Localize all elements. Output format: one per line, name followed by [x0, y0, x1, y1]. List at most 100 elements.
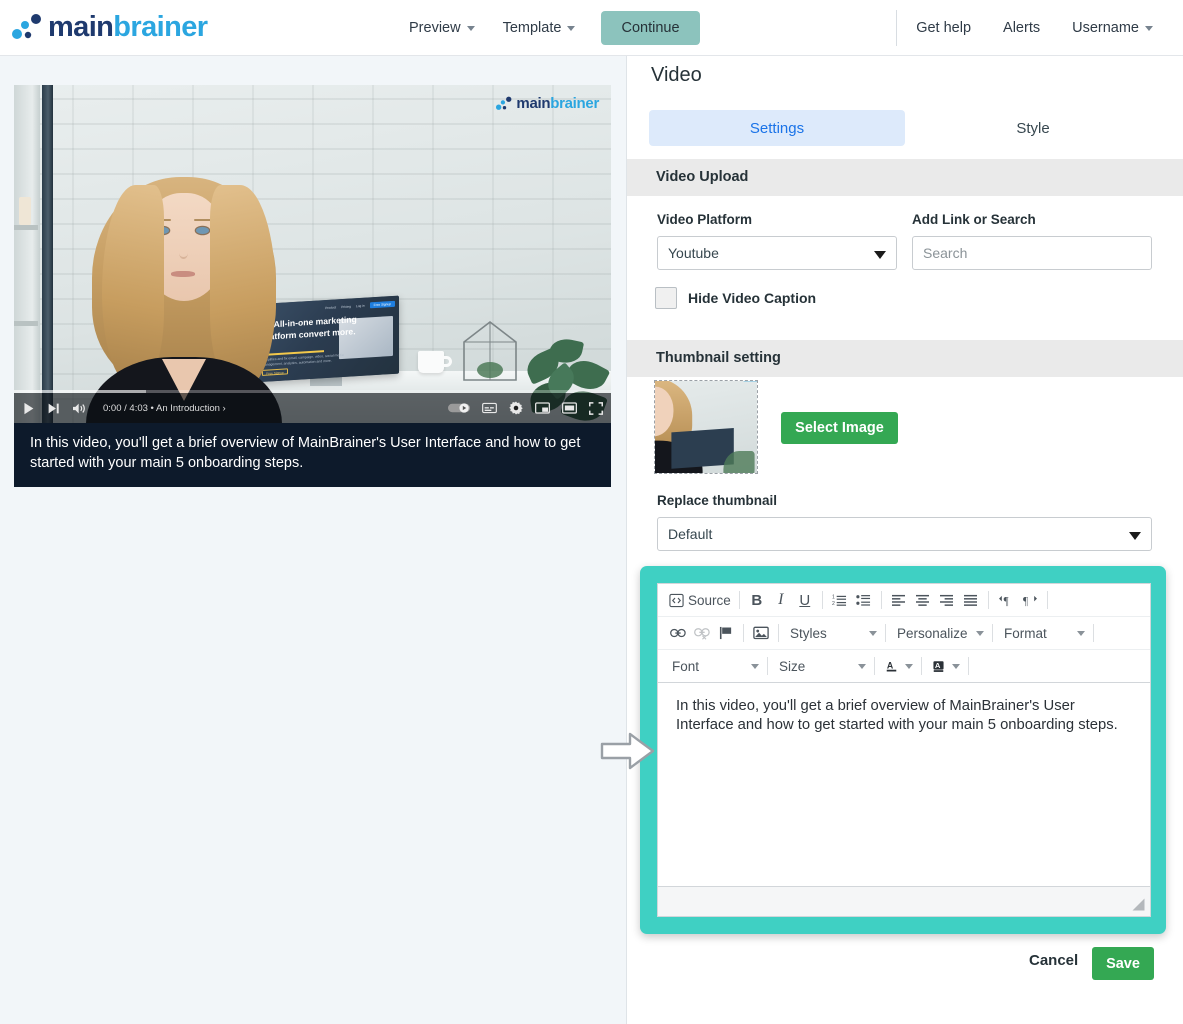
align-right-button[interactable] — [935, 588, 959, 612]
align-left-icon — [891, 594, 906, 607]
background-color-button[interactable]: A — [927, 654, 963, 678]
image-icon — [753, 626, 769, 640]
monitor-signup-cta: Free Signup — [370, 300, 395, 308]
video-time-and-chapter: 0:00 / 4:03 • An Introduction › — [103, 403, 226, 414]
numbered-list-button[interactable]: 1 2 — [828, 588, 852, 612]
align-left-button[interactable] — [887, 588, 911, 612]
text-direction-rtl-button[interactable]: ¶ — [1018, 588, 1042, 612]
format-dropdown[interactable]: Format — [998, 621, 1088, 645]
align-center-icon — [915, 594, 930, 607]
video-caption-text: In this video, you'll get a brief overvi… — [14, 423, 611, 487]
video-platform-value: Youtube — [668, 245, 719, 261]
underline-button[interactable]: U — [793, 588, 817, 612]
bulleted-list-button[interactable] — [852, 588, 876, 612]
video-scene-terrarium — [462, 320, 518, 382]
size-dropdown[interactable]: Size — [773, 654, 869, 678]
svg-text:¶: ¶ — [1003, 595, 1008, 606]
italic-button[interactable]: I — [769, 588, 793, 612]
chevron-down-icon — [467, 26, 475, 31]
next-icon[interactable] — [47, 402, 60, 415]
cancel-button[interactable]: Cancel — [1023, 951, 1084, 970]
continue-button[interactable]: Continue — [601, 11, 700, 45]
subtitles-icon[interactable] — [482, 402, 497, 414]
video-preview-block[interactable]: Product Pricing Log in Free Signup #1 Al… — [14, 85, 611, 487]
styles-dropdown-label: Styles — [790, 626, 827, 641]
theater-icon[interactable] — [562, 402, 577, 414]
chevron-down-icon — [1145, 26, 1153, 31]
text-color-button[interactable]: A — [880, 654, 916, 678]
nav-get-help[interactable]: Get help — [900, 0, 987, 56]
unlink-button[interactable] — [690, 621, 714, 645]
video-controls-left: 0:00 / 4:03 • An Introduction › — [22, 393, 226, 423]
link-button[interactable] — [666, 621, 690, 645]
chevron-down-icon — [952, 664, 960, 669]
tab-style[interactable]: Style — [905, 110, 1161, 146]
monitor-nav-item: Pricing — [341, 304, 351, 309]
insert-image-button[interactable] — [749, 621, 773, 645]
align-justify-button[interactable] — [959, 588, 983, 612]
toolbar-separator — [1093, 624, 1094, 642]
video-chapter-title[interactable]: An Introduction — [156, 403, 220, 414]
source-button[interactable]: Source — [666, 588, 734, 612]
anchor-flag-icon — [719, 626, 733, 640]
tab-settings[interactable]: Settings — [649, 110, 905, 146]
select-image-button[interactable]: Select Image — [781, 412, 898, 444]
text-direction-ltr-button[interactable]: ¶ — [994, 588, 1018, 612]
text-color-icon: A — [886, 659, 897, 674]
person-hair-left — [102, 185, 164, 383]
gear-icon[interactable] — [509, 401, 523, 415]
nav-template-menu[interactable]: Template — [489, 0, 590, 56]
text-direction-ltr-icon: ¶ — [998, 594, 1014, 607]
monitor-nav-item: Product — [325, 305, 336, 310]
align-center-button[interactable] — [911, 588, 935, 612]
video-controls-bar[interactable]: 0:00 / 4:03 • An Introduction › — [14, 393, 611, 423]
save-button[interactable]: Save — [1092, 947, 1154, 980]
nav-alerts[interactable]: Alerts — [987, 0, 1056, 56]
video-platform-select[interactable]: Youtube — [657, 236, 897, 270]
nav-username-label: Username — [1072, 20, 1139, 36]
video-player-stage[interactable]: Product Pricing Log in Free Signup #1 Al… — [14, 85, 611, 423]
fullscreen-icon[interactable] — [589, 402, 603, 415]
link-icon — [670, 627, 686, 639]
nav-preview-menu[interactable]: Preview — [395, 0, 489, 56]
autoplay-toggle[interactable] — [448, 402, 470, 414]
svg-text:¶: ¶ — [1023, 595, 1028, 606]
toolbar-separator — [743, 624, 744, 642]
hide-video-caption-checkbox[interactable] — [655, 287, 677, 309]
toolbar-separator — [739, 591, 740, 609]
watermark-dots-icon — [496, 96, 513, 112]
styles-dropdown[interactable]: Styles — [784, 621, 880, 645]
play-icon[interactable] — [22, 402, 35, 415]
bold-button[interactable]: B — [745, 588, 769, 612]
replace-thumbnail-select[interactable]: Default — [657, 517, 1152, 551]
search-input[interactable]: Search — [912, 236, 1152, 270]
volume-icon[interactable] — [72, 402, 87, 415]
editor-toolbar-row-3: Font Size A A — [658, 650, 1150, 683]
chevron-down-icon — [567, 26, 575, 31]
nav-username-menu[interactable]: Username — [1056, 0, 1169, 56]
video-watermark-logo: mainbrainer — [496, 95, 599, 112]
resize-grip-icon[interactable] — [1132, 898, 1145, 911]
anchor-button[interactable] — [714, 621, 738, 645]
chevron-down-icon — [874, 251, 886, 259]
thumbnail-scene — [655, 381, 757, 473]
preview-panel: Product Pricing Log in Free Signup #1 Al… — [0, 56, 627, 1024]
add-link-or-search-label: Add Link or Search — [912, 212, 1036, 227]
video-time-display: 0:00 / 4:03 — [103, 403, 148, 414]
rich-text-editor[interactable]: Source B I U 1 2 — [657, 583, 1151, 917]
replace-thumbnail-label: Replace thumbnail — [657, 493, 777, 508]
editor-content-area[interactable]: In this video, you'll get a brief overvi… — [658, 683, 1150, 886]
video-scene-shelf — [14, 321, 38, 326]
miniplayer-icon[interactable] — [535, 402, 550, 414]
person-nose — [179, 247, 188, 259]
source-icon — [669, 593, 684, 608]
person-hair-right — [210, 185, 276, 387]
hide-video-caption-row[interactable]: Hide Video Caption — [655, 287, 816, 309]
thumbnail-preview-image[interactable] — [655, 381, 757, 473]
personalize-dropdown[interactable]: Personalize — [891, 621, 987, 645]
toolbar-separator — [881, 591, 882, 609]
editor-toolbar-row-1: Source B I U 1 2 — [658, 584, 1150, 617]
font-dropdown[interactable]: Font — [666, 654, 762, 678]
size-dropdown-label: Size — [779, 659, 805, 674]
mainbrainer-logo[interactable]: mainbrainer — [12, 11, 207, 44]
